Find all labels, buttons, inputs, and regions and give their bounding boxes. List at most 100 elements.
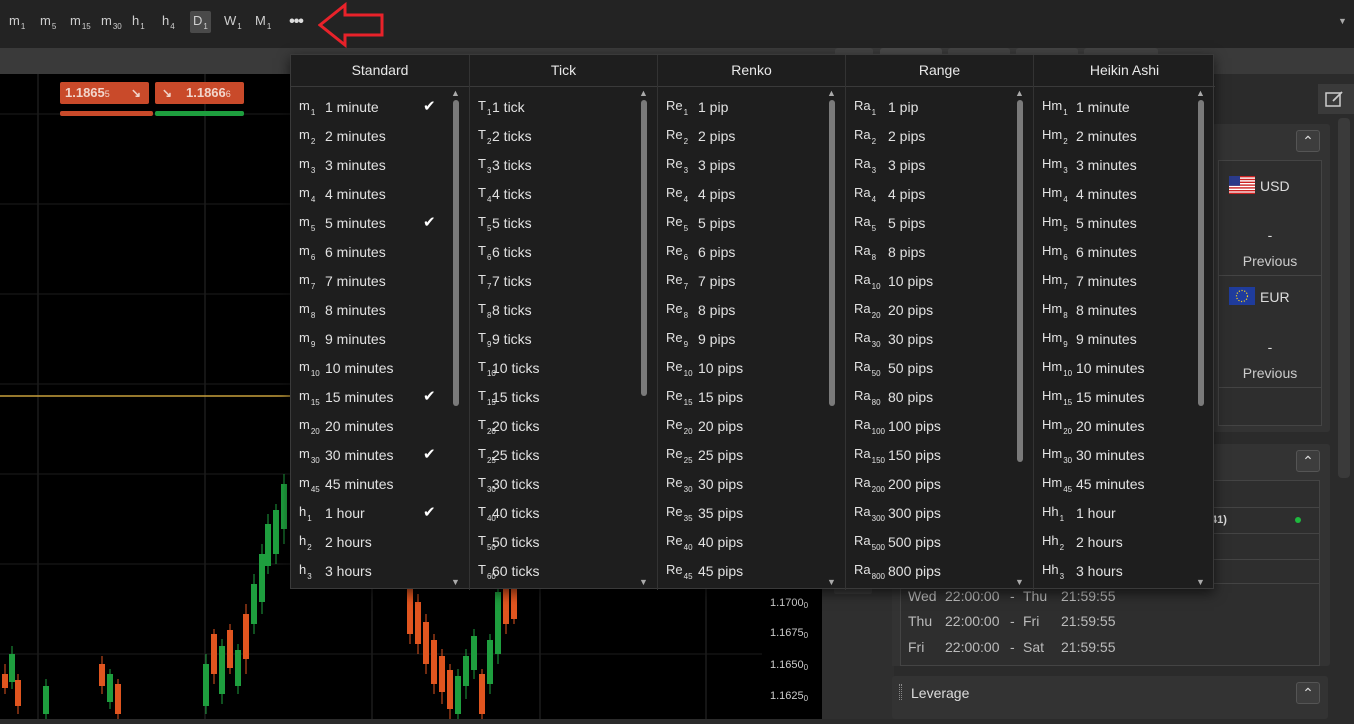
timeframe-option[interactable]: h3 3 hours: [291, 555, 469, 584]
timeframe-option[interactable]: m8 8 minutes: [291, 294, 469, 323]
timeframe-option[interactable]: T30 30 ticks: [470, 468, 657, 497]
scrollbar-thumb[interactable]: [1017, 100, 1023, 462]
timeframe-option[interactable]: m2 2 minutes: [291, 120, 469, 149]
timeframe-option[interactable]: Ra2 2 pips: [846, 120, 1033, 149]
timeframe-option[interactable]: Ra3 3 pips: [846, 149, 1033, 178]
dropdown-scrollbar[interactable]: ▲ ▼: [1014, 87, 1026, 587]
timeframe-option[interactable]: Re8 8 pips: [658, 294, 845, 323]
timeframe-option[interactable]: Hm6 6 minutes: [1034, 236, 1215, 265]
timeframe-option[interactable]: Hm15 15 minutes: [1034, 381, 1215, 410]
timeframe-option[interactable]: h2 2 hours: [291, 526, 469, 555]
timeframe-option[interactable]: Ra10 10 pips: [846, 265, 1033, 294]
timeframe-option[interactable]: Re25 25 pips: [658, 439, 845, 468]
timeframe-option[interactable]: T40 40 ticks: [470, 497, 657, 526]
timeframe-button-m5[interactable]: m5: [37, 11, 59, 33]
scroll-down-icon[interactable]: ▼: [639, 577, 648, 587]
timeframe-option[interactable]: T25 25 ticks: [470, 439, 657, 468]
timeframe-option[interactable]: Re6 6 pips: [658, 236, 845, 265]
timeframe-option[interactable]: Ra80 80 pips: [846, 381, 1033, 410]
timeframe-option[interactable]: m20 20 minutes: [291, 410, 469, 439]
timeframe-button-h4[interactable]: h4: [159, 11, 178, 33]
timeframe-option[interactable]: T15 15 ticks: [470, 381, 657, 410]
timeframe-option[interactable]: m7 7 minutes: [291, 265, 469, 294]
timeframe-button-m15[interactable]: m15: [67, 11, 94, 33]
timeframe-option[interactable]: h1 1 hour ✔: [291, 497, 469, 526]
sell-price-button[interactable]: 1.18655 ↘: [60, 82, 149, 104]
timeframe-option[interactable]: Ra300 300 pips: [846, 497, 1033, 526]
timeframe-option[interactable]: Hm4 4 minutes: [1034, 178, 1215, 207]
timeframe-option[interactable]: m5 5 minutes ✔: [291, 207, 469, 236]
edit-panel-icon[interactable]: [1325, 90, 1345, 108]
timeframe-option[interactable]: Ra1 1 pip: [846, 91, 1033, 120]
timeframe-button-m1[interactable]: m1: [6, 11, 28, 33]
timeframe-option[interactable]: Hm5 5 minutes: [1034, 207, 1215, 236]
timeframe-option[interactable]: Hh1 1 hour: [1034, 497, 1215, 526]
timeframe-option[interactable]: Re35 35 pips: [658, 497, 845, 526]
timeframe-option[interactable]: T6 6 ticks: [470, 236, 657, 265]
timeframe-option[interactable]: Ra800 800 pips: [846, 555, 1033, 584]
timeframe-option[interactable]: Ra20 20 pips: [846, 294, 1033, 323]
timeframe-button-D1[interactable]: D1: [190, 11, 211, 33]
scroll-up-icon[interactable]: ▲: [1015, 88, 1024, 98]
timeframe-option[interactable]: Re7 7 pips: [658, 265, 845, 294]
collapse-button[interactable]: ⌃: [1296, 682, 1320, 704]
timeframe-option[interactable]: Hh3 3 hours: [1034, 555, 1215, 584]
timeframe-option[interactable]: m4 4 minutes: [291, 178, 469, 207]
timeframe-option[interactable]: m1 1 minute ✔: [291, 91, 469, 120]
timeframe-option[interactable]: Re20 20 pips: [658, 410, 845, 439]
timeframe-button-h1[interactable]: h1: [129, 11, 148, 33]
timeframe-option[interactable]: Hh2 2 hours: [1034, 526, 1215, 555]
timeframe-option[interactable]: m30 30 minutes ✔: [291, 439, 469, 468]
dropdown-scrollbar[interactable]: ▲ ▼: [638, 87, 650, 587]
timeframe-option[interactable]: Ra30 30 pips: [846, 323, 1033, 352]
timeframe-option[interactable]: T4 4 ticks: [470, 178, 657, 207]
timeframe-option[interactable]: Re3 3 pips: [658, 149, 845, 178]
scroll-down-icon[interactable]: ▼: [1196, 577, 1205, 587]
timeframe-option[interactable]: Re40 40 pips: [658, 526, 845, 555]
scrollbar-thumb[interactable]: [1198, 100, 1204, 406]
more-timeframes-button[interactable]: •••: [284, 10, 308, 34]
timeframe-option[interactable]: Hm2 2 minutes: [1034, 120, 1215, 149]
panel-scrollbar[interactable]: [1338, 118, 1350, 478]
timeframe-option[interactable]: Hm9 9 minutes: [1034, 323, 1215, 352]
scroll-up-icon[interactable]: ▲: [1196, 88, 1205, 98]
drag-handle-icon[interactable]: [899, 684, 902, 700]
timeframe-option[interactable]: T7 7 ticks: [470, 265, 657, 294]
timeframe-option[interactable]: Hm7 7 minutes: [1034, 265, 1215, 294]
timeframe-option[interactable]: Ra5 5 pips: [846, 207, 1033, 236]
dropdown-scrollbar[interactable]: ▲ ▼: [1195, 87, 1207, 587]
timeframe-option[interactable]: Re30 30 pips: [658, 468, 845, 497]
timeframe-option[interactable]: Hm30 30 minutes: [1034, 439, 1215, 468]
timeframe-option[interactable]: T10 10 ticks: [470, 352, 657, 381]
timeframe-option[interactable]: Re15 15 pips: [658, 381, 845, 410]
timeframe-option[interactable]: T5 5 ticks: [470, 207, 657, 236]
timeframe-option[interactable]: T9 9 ticks: [470, 323, 657, 352]
timeframe-option[interactable]: Re45 45 pips: [658, 555, 845, 584]
timeframe-option[interactable]: Re2 2 pips: [658, 120, 845, 149]
timeframe-option[interactable]: Ra200 200 pips: [846, 468, 1033, 497]
dropdown-scrollbar[interactable]: ▲ ▼: [826, 87, 838, 587]
scroll-up-icon[interactable]: ▲: [639, 88, 648, 98]
collapse-button[interactable]: ⌃: [1296, 450, 1320, 472]
timeframe-option[interactable]: Hm8 8 minutes: [1034, 294, 1215, 323]
timeframe-option[interactable]: T3 3 ticks: [470, 149, 657, 178]
scroll-down-icon[interactable]: ▼: [1015, 577, 1024, 587]
scrollbar-thumb[interactable]: [641, 100, 647, 396]
timeframe-option[interactable]: Ra4 4 pips: [846, 178, 1033, 207]
scroll-down-icon[interactable]: ▼: [451, 577, 460, 587]
timeframe-option[interactable]: m6 6 minutes: [291, 236, 469, 265]
scrollbar-thumb[interactable]: [453, 100, 459, 406]
timeframe-option[interactable]: T50 50 ticks: [470, 526, 657, 555]
scroll-up-icon[interactable]: ▲: [451, 88, 460, 98]
timeframe-option[interactable]: T1 1 tick: [470, 91, 657, 120]
timeframe-button-W1[interactable]: W1: [221, 11, 245, 33]
timeframe-option[interactable]: Re9 9 pips: [658, 323, 845, 352]
buy-price-button[interactable]: ↘ 1.18666: [155, 82, 244, 104]
timeframe-option[interactable]: T2 2 ticks: [470, 120, 657, 149]
timeframe-option[interactable]: T8 8 ticks: [470, 294, 657, 323]
timeframe-option[interactable]: m10 10 minutes: [291, 352, 469, 381]
timeframe-button-M1[interactable]: M1: [252, 11, 274, 33]
timeframe-button-m30[interactable]: m30: [98, 11, 125, 33]
timeframe-option[interactable]: T60 60 ticks: [470, 555, 657, 584]
toolbar-dropdown-arrow-icon[interactable]: ▼: [1338, 16, 1347, 26]
